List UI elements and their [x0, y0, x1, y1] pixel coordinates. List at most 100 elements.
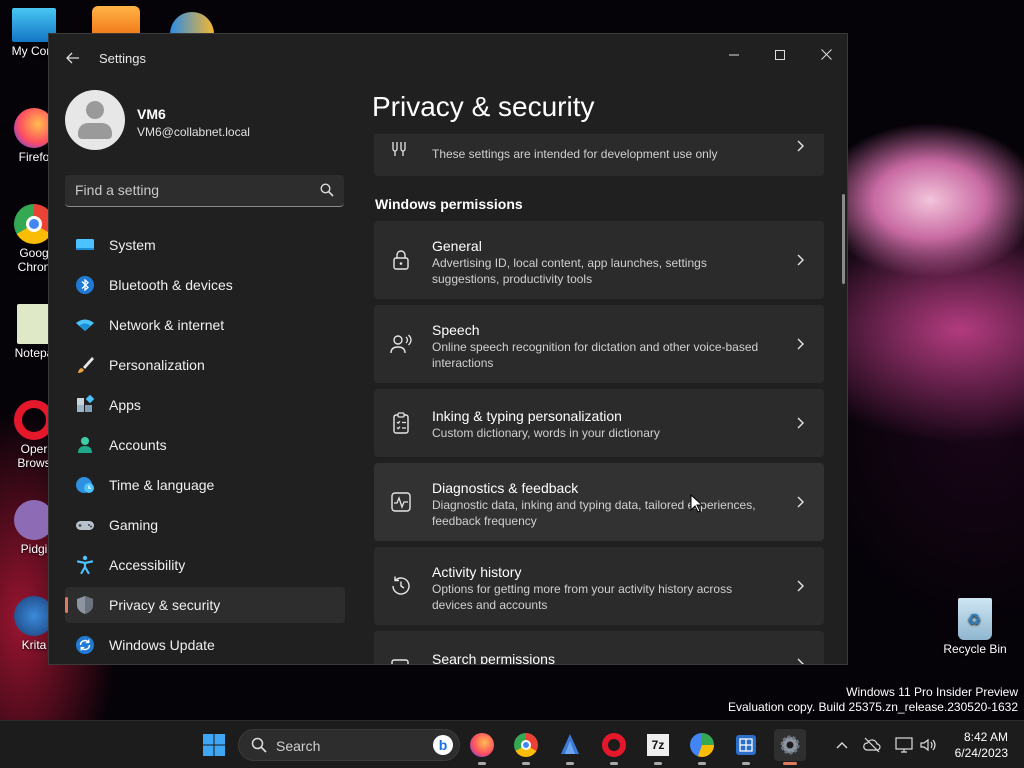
activity-history-card[interactable]: Activity history Options for getting mor… — [374, 547, 824, 625]
minimize-icon — [729, 54, 739, 56]
sidebar-item-accounts[interactable]: Accounts — [65, 427, 345, 463]
person-icon — [78, 437, 92, 453]
desktop-icon-label: Pidgi — [20, 542, 48, 556]
taskbar-settings[interactable] — [774, 729, 806, 765]
search-icon[interactable] — [320, 183, 334, 197]
chevron-right-icon — [797, 254, 804, 266]
avatar — [65, 90, 125, 150]
watermark-line-2: Evaluation copy. Build 25375.zn_release.… — [728, 700, 1018, 714]
desktop-icon-vlc[interactable] — [92, 6, 140, 34]
search-permissions-icon — [391, 659, 409, 664]
general-card[interactable]: General Advertising ID, local content, a… — [374, 221, 824, 299]
taskbar-app-network[interactable] — [730, 729, 762, 765]
apps-icon — [77, 395, 95, 412]
close-button[interactable] — [803, 40, 847, 70]
taskbar-firefox[interactable] — [466, 729, 498, 765]
card-description: Advertising ID, local content, app launc… — [432, 256, 707, 286]
sidebar-item-label: Bluetooth & devices — [109, 277, 233, 293]
sidebar-item-time-language[interactable]: Time & language — [65, 467, 345, 503]
pulse-icon — [391, 492, 411, 512]
card-title: Inking & typing personalization — [432, 408, 622, 424]
taskbar-app-blue[interactable] — [554, 729, 586, 765]
find-setting-search — [65, 175, 344, 207]
bluetooth-icon — [76, 276, 94, 294]
chevron-right-icon — [797, 580, 804, 592]
notepad-icon — [17, 304, 51, 344]
wifi-icon — [76, 319, 94, 331]
speech-card[interactable]: Speech Online speech recognition for dic… — [374, 305, 824, 383]
sidebar-item-label: Network & internet — [109, 317, 225, 333]
card-title: Speech — [432, 322, 480, 338]
diagnostics-feedback-card[interactable]: Diagnostics & feedback Diagnostic data, … — [374, 463, 824, 541]
globe-clock-icon — [76, 477, 94, 493]
card-description: Custom dictionary, words in your diction… — [432, 426, 660, 440]
taskbar-search[interactable]: Search b — [238, 729, 460, 761]
taskbar-chrome[interactable] — [510, 729, 542, 765]
accessibility-icon — [76, 555, 94, 575]
desktop-icon-label: Firefo — [18, 150, 50, 164]
clock-date: 6/24/2023 — [954, 746, 1008, 760]
history-icon — [392, 576, 410, 595]
brush-icon — [78, 357, 94, 373]
windows-logo-icon — [203, 734, 225, 756]
sidebar-item-label: Privacy & security — [109, 597, 221, 613]
developer-settings-card[interactable]: These settings are intended for developm… — [374, 134, 824, 176]
network-monitor-icon[interactable] — [894, 735, 914, 755]
chevron-up-icon[interactable] — [832, 735, 852, 755]
system-icon — [76, 239, 94, 250]
sidebar-item-personalization[interactable]: Personalization — [65, 347, 345, 383]
minimize-button[interactable] — [711, 40, 757, 70]
back-button[interactable] — [63, 48, 83, 68]
cloud-offline-icon[interactable] — [862, 735, 882, 755]
network-app-icon — [736, 735, 756, 755]
card-title: General — [432, 238, 482, 254]
chevron-right-icon — [797, 140, 804, 152]
user-name: VM6 — [137, 106, 166, 122]
page-title: Privacy & security — [372, 91, 595, 122]
sidebar-item-bluetooth[interactable]: Bluetooth & devices — [65, 267, 345, 303]
browser-icon — [690, 733, 714, 757]
sidebar-item-privacy-security[interactable]: Privacy & security — [65, 587, 345, 623]
inking-typing-card[interactable]: Inking & typing personalization Custom d… — [374, 389, 824, 457]
sidebar-item-gaming[interactable]: Gaming — [65, 507, 345, 543]
chevron-right-icon — [797, 496, 804, 508]
mouse-cursor-icon — [690, 494, 704, 513]
sidebar-item-label: Time & language — [109, 477, 215, 493]
sidebar-item-apps[interactable]: Apps — [65, 387, 345, 423]
taskbar-opera[interactable] — [598, 729, 630, 765]
content-scrollbar[interactable] — [842, 194, 845, 284]
shield-icon — [77, 596, 93, 614]
card-description: Diagnostic data, inking and typing data,… — [432, 498, 756, 528]
7zip-icon: 7z — [647, 734, 669, 756]
taskbar: Search b 7z 8:42 AM 6/24/2023 — [0, 720, 1024, 768]
search-permissions-card[interactable]: Search permissions — [374, 631, 824, 665]
sidebar-item-label: Personalization — [109, 357, 205, 373]
evaluation-watermark: Windows 11 Pro Insider Preview Evaluatio… — [728, 685, 1018, 715]
volume-icon[interactable] — [918, 735, 938, 755]
sidebar-item-label: Gaming — [109, 517, 159, 533]
sidebar-item-windows-update[interactable]: Windows Update — [65, 627, 345, 663]
watermark-line-1: Windows 11 Pro Insider Preview — [846, 685, 1018, 699]
speech-icon — [390, 334, 412, 354]
taskbar-7zip[interactable]: 7z — [642, 729, 674, 765]
settings-content: These settings are intended for developm… — [374, 134, 824, 665]
app-title: Settings — [99, 51, 146, 66]
desktop-icon-label: Recycle Bin — [943, 642, 1007, 656]
update-icon — [76, 636, 94, 654]
sidebar-item-system[interactable]: System — [65, 227, 345, 263]
sidebar-item-accessibility[interactable]: Accessibility — [65, 547, 345, 583]
desktop-icon-recycle-bin[interactable]: ♻ Recycle Bin — [940, 598, 1010, 656]
chevron-right-icon — [797, 338, 804, 350]
card-description: Online speech recognition for dictation … — [432, 340, 759, 370]
taskbar-clock[interactable]: 8:42 AM 6/24/2023 — [955, 729, 1008, 761]
title-bar[interactable]: Settings — [49, 34, 847, 82]
start-button[interactable] — [198, 729, 230, 761]
card-title: Search permissions — [432, 651, 555, 665]
sidebar-item-network[interactable]: Network & internet — [65, 307, 345, 343]
search-input[interactable] — [65, 175, 305, 205]
maximize-button[interactable] — [757, 40, 803, 70]
gamepad-icon — [76, 521, 94, 530]
taskbar-browser[interactable] — [686, 729, 718, 765]
chevron-right-icon — [797, 658, 804, 664]
close-icon — [820, 49, 832, 60]
